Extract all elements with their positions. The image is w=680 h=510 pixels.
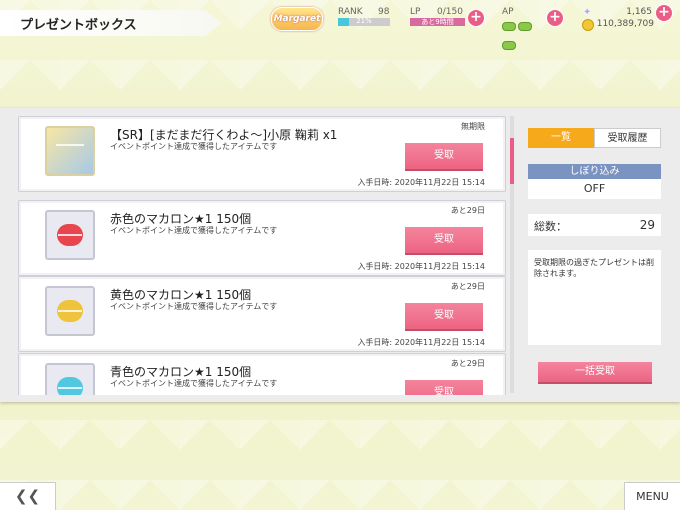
expiry-note-box: 受取期限の過ぎたプレゼントは削除されます。 [528,250,661,345]
item-thumbnail [45,210,95,260]
receive-button[interactable]: 受取 [405,380,483,395]
present-list[interactable]: 【SR】[まだまだ行くわよ〜]小原 鞠莉 x1 イベントポイント達成で獲得したア… [18,116,506,395]
expiry-note: 受取期限の過ぎたプレゼントは削除されます。 [534,258,654,278]
menu-button[interactable]: MENU [624,482,680,510]
filter-toggle[interactable]: OFF [528,179,661,199]
macaron-icon [57,224,83,246]
gem-plus-button[interactable]: + [655,4,673,22]
tab-list[interactable]: 一覧 [528,128,594,148]
ap-icons [502,16,544,50]
item-description: イベントポイント達成で獲得したアイテムです [110,379,278,388]
tab-history[interactable]: 受取履歴 [594,128,661,148]
lp-label: LP [410,7,421,17]
present-item: 青色のマカロン★1 150個 イベントポイント達成で獲得したアイテムです あと2… [18,353,506,395]
ap-plus-button[interactable]: + [546,9,564,27]
item-description: イベントポイント達成で獲得したアイテムです [110,302,278,311]
present-item: 黄色のマカロン★1 150個 イベントポイント達成で獲得したアイテムです あと2… [18,276,506,352]
macaron-icon [57,377,83,395]
receive-button[interactable]: 受取 [405,143,483,171]
total-value: 29 [639,218,655,232]
back-button[interactable]: ❮❮ [0,482,56,510]
present-item: 【SR】[まだまだ行くわよ〜]小原 鞠莉 x1 イベントポイント達成で獲得したア… [18,116,506,192]
receive-button[interactable]: 受取 [405,227,483,255]
rank-label: RANK [338,7,363,17]
list-scrollbar-thumb[interactable] [510,138,514,184]
item-description: イベントポイント達成で獲得したアイテムです [110,142,278,151]
group-logo[interactable]: Margaret [271,7,323,31]
card-portrait-icon [55,134,85,168]
receive-button[interactable]: 受取 [405,303,483,331]
lp-plus-button[interactable]: + [467,9,485,27]
item-received-date: 入手日時: 2020年11月22日 15:14 [357,338,485,347]
loveca-gem-icon: ✦ [583,7,592,18]
gem-count: 1,165 [626,7,652,17]
present-item: 赤色のマカロン★1 150個 イベントポイント達成で獲得したアイテムです あと2… [18,200,506,276]
item-thumbnail [45,363,95,395]
coin-count: 110,389,709 [596,19,654,29]
title-tab: プレゼントボックス [0,10,222,36]
lp-value: 0/150 [437,7,463,17]
rank-value: 98 [378,7,390,17]
macaron-icon [57,300,83,322]
filter-header[interactable]: しぼり込み [528,164,661,179]
item-expiry: あと29日 [450,359,485,368]
coin-icon [582,19,594,31]
total-label: 総数： [534,220,567,233]
item-received-date: 入手日時: 2020年11月22日 15:14 [357,178,485,187]
item-expiry: あと29日 [450,282,485,291]
item-expiry: 無期限 [461,122,485,131]
total-count-box: 総数： 29 [528,214,661,236]
item-thumbnail [45,126,95,176]
item-received-date: 入手日時: 2020年11月22日 15:14 [357,262,485,271]
item-description: イベントポイント達成で獲得したアイテムです [110,226,278,235]
lp-recovery-text: あと9時間 [421,18,454,26]
bulk-receive-button[interactable]: 一括受取 [538,362,652,384]
item-expiry: あと29日 [450,206,485,215]
item-thumbnail [45,286,95,336]
page-title: プレゼントボックス [20,18,137,33]
rank-progress-text: 21% [356,17,372,25]
